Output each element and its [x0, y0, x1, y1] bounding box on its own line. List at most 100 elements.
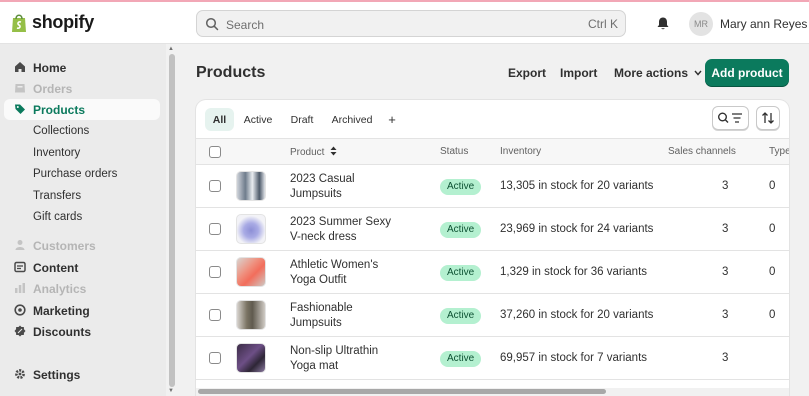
product-thumbnail[interactable] [236, 257, 266, 287]
table-row[interactable]: Fashionable Jumpsuits Active 37,260 in s… [196, 294, 789, 337]
select-all-checkbox[interactable] [209, 146, 221, 158]
import-button[interactable]: Import [560, 66, 597, 80]
table-row[interactable]: 2023 Summer Sexy V-neck dress Active 23,… [196, 208, 789, 251]
status-badge: Active [440, 179, 482, 195]
export-button[interactable]: Export [508, 66, 546, 80]
sidebar-scrollbar[interactable]: ▲ ▼ [166, 44, 178, 396]
sales-channels-count: 3 [722, 180, 729, 192]
sidebar-item-analytics[interactable]: Analytics [4, 278, 160, 299]
column-status: Status [440, 146, 469, 157]
product-name[interactable]: 2023 Summer Sexy V-neck dress [290, 215, 400, 245]
content-icon [14, 261, 26, 273]
horizontal-scrollbar[interactable] [196, 388, 789, 396]
row-checkbox[interactable] [209, 309, 221, 321]
page-title: Products [196, 64, 266, 81]
sales-channels-count: 3 [722, 223, 729, 235]
sidebar-item-label: Products [33, 103, 86, 117]
logo-text: shopify [32, 12, 94, 32]
sidebar-item-label: Purchase orders [33, 168, 118, 180]
product-thumbnail[interactable] [236, 300, 266, 330]
scroll-up-icon[interactable]: ▲ [168, 46, 174, 52]
status-badge: Active [440, 265, 482, 281]
scrollbar-thumb[interactable] [198, 389, 606, 394]
product-name[interactable]: Non-slip Ultrathin Yoga mat [290, 344, 400, 374]
sidebar-item-purchase-orders[interactable]: Purchase orders [4, 164, 160, 185]
sidebar-item-label: Collections [33, 125, 90, 137]
column-product[interactable]: Product [290, 146, 337, 158]
tab-all[interactable]: All [205, 108, 234, 131]
search-shortcut: Ctrl K [588, 17, 618, 31]
search-bar[interactable]: Ctrl K [196, 10, 626, 37]
product-name[interactable]: 2023 Casual Jumpsuits [290, 172, 400, 202]
inventory-text: 69,957 in stock for 7 variants [500, 352, 648, 364]
column-sales-channels: Sales channels [668, 146, 736, 157]
table-row[interactable]: Athletic Women's Yoga Outfit Active 1,32… [196, 251, 789, 294]
table-row[interactable]: Non-slip Ultrathin Yoga mat Active 69,95… [196, 337, 789, 380]
sidebar-item-discounts[interactable]: Discounts [4, 321, 160, 342]
sidebar-item-label: Inventory [33, 147, 81, 159]
product-name[interactable]: Fashionable Jumpsuits [290, 301, 400, 331]
products-card: All Active Draft Archived + Product Stat… [196, 100, 789, 396]
type-value: 0 [769, 309, 776, 321]
sidebar-item-home[interactable]: Home [4, 57, 160, 78]
more-actions-button[interactable]: More actions [614, 66, 702, 80]
sidebar-item-content[interactable]: Content [4, 257, 160, 278]
sidebar-item-collections[interactable]: Collections [4, 121, 160, 142]
person-icon [15, 240, 25, 250]
column-type: Type [769, 146, 789, 157]
row-checkbox[interactable] [209, 223, 221, 235]
add-product-button[interactable]: Add product [705, 59, 789, 87]
discount-icon [14, 325, 26, 337]
inventory-text: 1,329 in stock for 36 variants [500, 266, 648, 278]
scroll-down-icon[interactable]: ▼ [168, 388, 174, 394]
avatar[interactable]: MR [689, 12, 713, 36]
search-input[interactable] [224, 14, 568, 35]
product-thumbnail[interactable] [236, 171, 266, 201]
sidebar-item-label: Marketing [33, 304, 90, 318]
type-value: 0 [769, 266, 776, 278]
bell-icon[interactable] [656, 16, 670, 31]
sidebar-item-label: Analytics [33, 282, 87, 296]
sidebar-item-transfers[interactable]: Transfers [4, 186, 160, 207]
tab-archived[interactable]: Archived [328, 108, 376, 131]
scrollbar-thumb[interactable] [169, 54, 175, 387]
product-name[interactable]: Athletic Women's Yoga Outfit [290, 258, 400, 288]
table-row[interactable]: 2023 Casual Jumpsuits Active 13,305 in s… [196, 165, 789, 208]
sort-toggle-icon [330, 146, 337, 156]
column-product-label: Product [290, 147, 325, 158]
status-badge: Active [440, 222, 482, 238]
sidebar-item-products[interactable]: Products [4, 99, 160, 120]
tab-draft[interactable]: Draft [284, 108, 320, 131]
sidebar-item-label: Gift cards [33, 211, 83, 223]
user-name[interactable]: Mary ann Reyes [720, 17, 807, 31]
sidebar-item-label: Content [33, 261, 79, 275]
sort-button[interactable] [756, 106, 780, 130]
sidebar-item-inventory[interactable]: Inventory [4, 143, 160, 164]
sidebar-item-label: Settings [33, 368, 81, 382]
shopify-logo[interactable]: shopify [10, 12, 94, 33]
sidebar-item-label: Discounts [33, 325, 92, 339]
sidebar-item-customers[interactable]: Customers [4, 235, 160, 256]
sidebar-item-gift-cards[interactable]: Gift cards [4, 207, 160, 228]
status-badge: Active [440, 351, 482, 367]
sidebar-item-orders[interactable]: Orders [4, 78, 160, 99]
sales-channels-count: 3 [722, 266, 729, 278]
sales-channels-count: 3 [722, 352, 729, 364]
type-value: 0 [769, 180, 776, 192]
row-checkbox[interactable] [209, 180, 221, 192]
gear-icon [15, 369, 25, 379]
sidebar-item-settings[interactable]: Settings [4, 364, 160, 385]
search-icon [205, 17, 219, 31]
sidebar-item-marketing[interactable]: Marketing [4, 300, 160, 321]
row-checkbox[interactable] [209, 352, 221, 364]
tab-active[interactable]: Active [240, 108, 276, 131]
inventory-text: 37,260 in stock for 20 variants [500, 309, 654, 321]
more-actions-label: More actions [614, 66, 689, 80]
sidebar-item-label: Home [33, 61, 67, 75]
search-filter-button[interactable] [712, 106, 749, 130]
sidebar: Home Orders Products Collections Invento… [0, 44, 166, 396]
add-view-button[interactable]: + [382, 108, 402, 131]
product-thumbnail[interactable] [236, 214, 266, 244]
row-checkbox[interactable] [209, 266, 221, 278]
product-thumbnail[interactable] [236, 343, 266, 373]
